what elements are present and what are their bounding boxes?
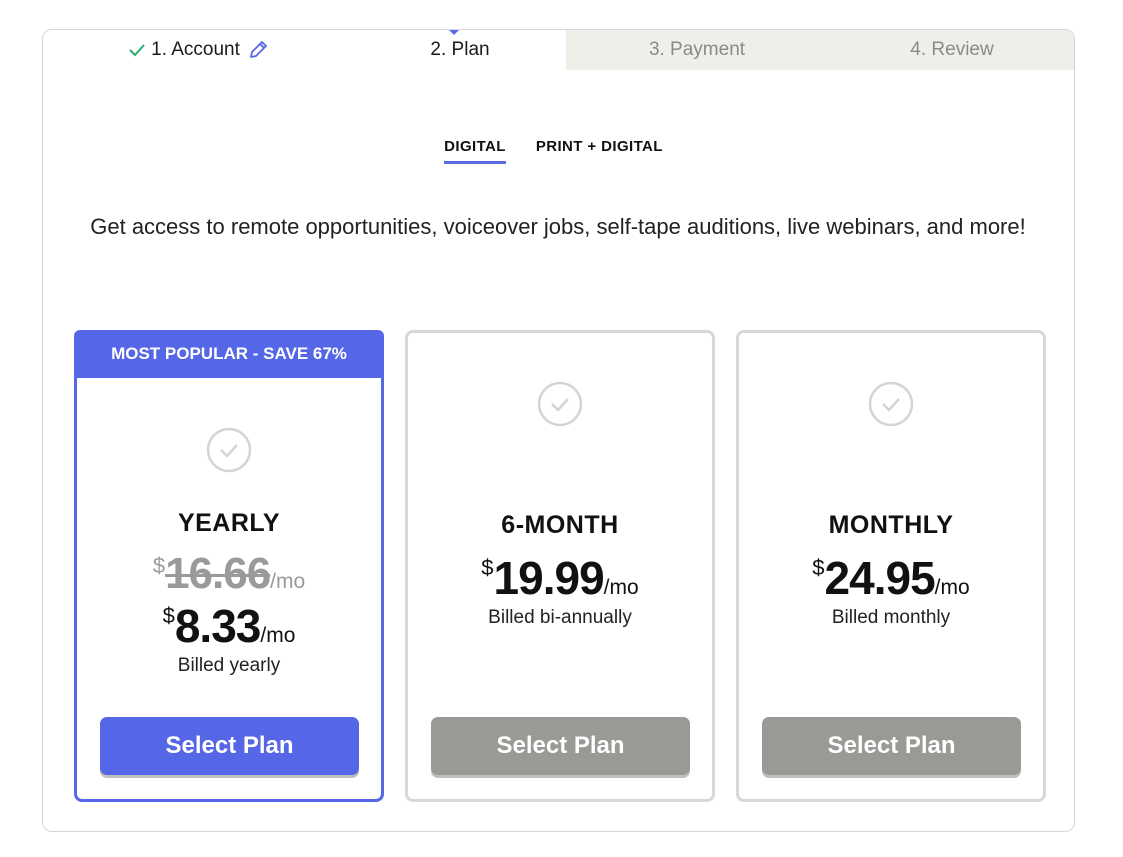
price-currency: $ [481, 555, 494, 580]
select-plan-monthly-button[interactable]: Select Plan [762, 717, 1021, 775]
select-plan-6-month-button[interactable]: Select Plan [431, 717, 690, 775]
current-step-indicator [448, 30, 460, 35]
step-review-label: 4. Review [910, 39, 994, 60]
price-period: /mo [260, 624, 296, 647]
select-plan-yearly-button[interactable]: Select Plan [100, 717, 359, 775]
check-circle-icon[interactable] [868, 381, 914, 427]
original-price: $16.66/mo [77, 549, 381, 599]
price: $19.99/mo [408, 551, 712, 605]
tab-digital[interactable]: DIGITAL [444, 138, 506, 164]
plan-card-monthly[interactable]: MONTHLY $24.95/mo Billed monthly Select … [736, 330, 1046, 802]
step-plan-label: 2. Plan [430, 39, 490, 60]
price-amount: 19.99 [493, 552, 605, 604]
old-price-currency: $ [152, 553, 166, 578]
billing-note: Billed bi-annually [488, 607, 632, 628]
step-payment: 3. Payment [566, 30, 828, 70]
plan-name: 6-MONTH [501, 511, 619, 539]
price: $24.95/mo [739, 551, 1043, 605]
billing-note: Billed monthly [831, 607, 951, 628]
step-account-label: 1. Account [151, 39, 240, 60]
plan-card-yearly[interactable]: MOST POPULAR - SAVE 67% YEARLY $16.66/mo… [74, 330, 384, 802]
step-plan[interactable]: 2. Plan [354, 30, 566, 70]
price-currency: $ [812, 555, 825, 580]
price-amount: 8.33 [174, 600, 262, 652]
old-price-amount: 16.66 [165, 549, 271, 598]
checkmark-icon [129, 43, 145, 57]
plan-name: MONTHLY [828, 511, 954, 539]
price-currency: $ [162, 603, 175, 628]
step-review: 4. Review [828, 30, 1074, 70]
step-account[interactable]: 1. Account [43, 30, 354, 70]
plan-description: Get access to remote opportunities, voic… [90, 214, 1026, 239]
plan-type-tabs: DIGITAL PRINT + DIGITAL [43, 138, 1074, 164]
tab-print-digital[interactable]: PRINT + DIGITAL [536, 138, 663, 164]
check-circle-icon[interactable] [206, 427, 252, 473]
popular-badge: MOST POPULAR - SAVE 67% [74, 330, 384, 378]
price-period: /mo [934, 576, 970, 599]
step-payment-label: 3. Payment [648, 39, 746, 60]
old-price-period: /mo [270, 570, 306, 593]
billing-note: Billed yearly [177, 655, 281, 676]
price: $8.33/mo [77, 599, 381, 653]
check-circle-icon[interactable] [537, 381, 583, 427]
plan-card-6-month[interactable]: 6-MONTH $19.99/mo Billed bi-annually Sel… [405, 330, 715, 802]
checkout-stepper: 1. Account 2. Plan 3. Payment 4. Review [43, 30, 1074, 70]
pencil-icon[interactable] [248, 40, 268, 60]
plan-name: YEARLY [177, 509, 281, 537]
price-amount: 24.95 [824, 552, 936, 604]
checkout-panel: 1. Account 2. Plan 3. Payment 4. Review … [42, 29, 1075, 832]
price-period: /mo [603, 576, 639, 599]
